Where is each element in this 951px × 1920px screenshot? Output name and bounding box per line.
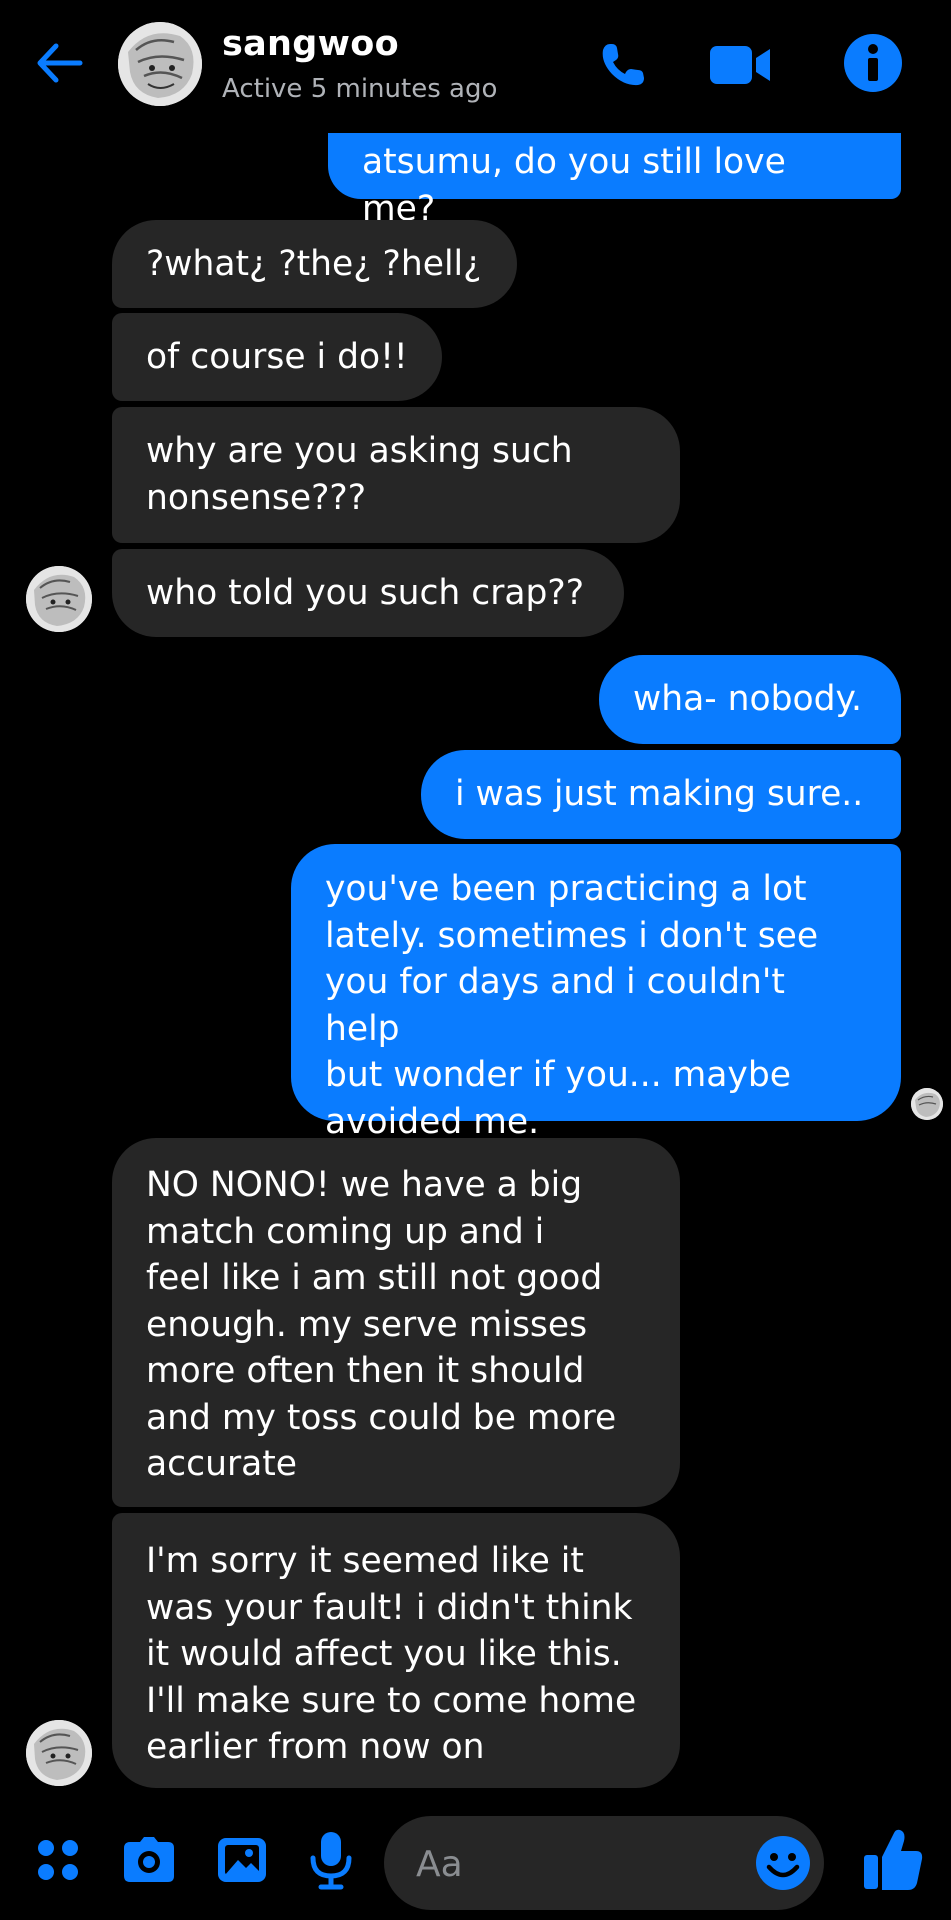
video-camera-icon[interactable] [700,32,780,98]
incoming-message[interactable]: who told you such crap?? [112,549,624,637]
contact-avatar[interactable] [26,566,92,632]
outgoing-message[interactable]: you've been practicing a lot lately. som… [291,844,901,1142]
incoming-message[interactable]: I'm sorry it seemed like it was your fau… [112,1513,680,1788]
emoji-icon[interactable] [754,1834,812,1892]
messenger-chat-screen: sangwoo Active 5 minutes ago atsumu, do … [0,0,951,1920]
camera-icon[interactable] [118,1832,180,1888]
active-status: Active 5 minutes ago [222,74,498,104]
outgoing-message[interactable]: i was just making sure.. [421,750,901,839]
info-icon[interactable] [838,28,908,98]
contact-avatar[interactable] [26,1720,92,1786]
message-composer [0,1800,951,1920]
incoming-message[interactable]: why are you asking such nonsense??? [112,407,680,543]
incoming-message[interactable]: of course i do!! [112,313,442,401]
thumbs-up-icon[interactable] [858,1824,928,1896]
phone-icon[interactable] [590,32,656,98]
back-arrow-icon[interactable] [28,32,90,94]
gallery-icon[interactable] [212,1832,272,1888]
message-input-field[interactable] [384,1816,824,1912]
seen-receipt-avatar [911,1088,943,1120]
chat-header: sangwoo Active 5 minutes ago [0,0,951,130]
apps-menu-icon[interactable] [30,1832,86,1888]
outgoing-message[interactable]: wha- nobody. [599,655,901,744]
incoming-message[interactable]: ?what¿ ?the¿ ?hell¿ [112,220,517,308]
contact-avatar[interactable] [118,22,202,106]
message-input[interactable] [414,1816,718,1912]
outgoing-message[interactable]: atsumu, do you still love me? [328,133,901,229]
incoming-message[interactable]: NO NONO! we have a big match coming up a… [112,1138,680,1507]
microphone-icon[interactable] [304,1828,358,1892]
contact-name[interactable]: sangwoo [222,24,399,64]
